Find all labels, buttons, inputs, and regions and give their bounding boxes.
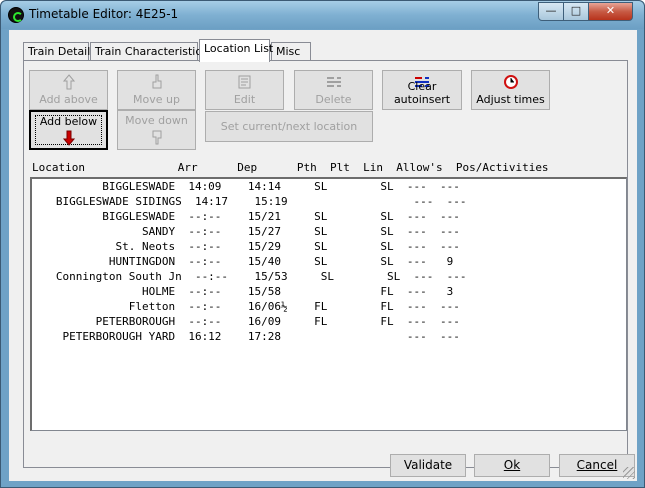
list-item[interactable]: HUNTINGDON --:-- 15/40 SL SL --- 9 [36, 254, 453, 269]
add-below-label: Add below [39, 115, 98, 128]
tab-train-characteristics[interactable]: Train Characteristics [90, 42, 207, 61]
maximize-button[interactable]: □ [563, 2, 589, 21]
add-below-button[interactable]: Add below [29, 110, 108, 150]
resize-grip[interactable] [623, 467, 635, 479]
clock-icon [472, 74, 549, 94]
move-up-label: Move up [133, 93, 180, 106]
adjust-times-button[interactable]: Adjust times [471, 70, 550, 110]
validate-button[interactable]: Validate [390, 454, 466, 477]
delete-row-icon [295, 74, 372, 94]
tab-misc[interactable]: Misc [271, 42, 311, 61]
move-down-label: Move down [125, 114, 188, 127]
arrow-up-outline-icon [30, 74, 107, 94]
list-item[interactable]: BIGGLESWADE SIDINGS 14:17 15:19 --- --- [36, 194, 467, 209]
location-list-header: Location Arr Dep Pth Plt Lin Allow's Pos… [32, 161, 549, 174]
list-item[interactable]: BIGGLESWADE --:-- 15/21 SL SL --- --- [36, 209, 460, 224]
tab-location-list[interactable]: Location List [199, 39, 273, 62]
clear-autoinsert-button[interactable]: Clear autoinsert [382, 70, 462, 110]
list-item[interactable]: PETERBOROUGH --:-- 16/09 FL FL --- --- [36, 314, 460, 329]
window-title: Timetable Editor: 4E25-1 [29, 7, 179, 21]
close-button[interactable]: ✕ [588, 2, 633, 21]
list-item[interactable]: SANDY --:-- 15/27 SL SL --- --- [36, 224, 460, 239]
hand-up-icon [118, 74, 195, 94]
arrow-down-red-icon [31, 130, 106, 150]
edit-button[interactable]: Edit [205, 70, 284, 110]
delete-button[interactable]: Delete [294, 70, 373, 110]
app-icon [8, 7, 24, 23]
list-item[interactable]: PETERBOROUGH YARD 16:12 17:28 --- --- [36, 329, 459, 344]
move-down-button[interactable]: Move down [117, 110, 196, 150]
timetable-editor-window: Timetable Editor: 4E25-1 — □ ✕ Train Det… [0, 0, 645, 488]
clear-autoinsert-label: Clear autoinsert [393, 80, 451, 106]
dialog-client-area: Train Details Train Characteristics Loca… [9, 30, 637, 481]
set-current-next-location-button[interactable]: Set current/next location [205, 111, 373, 142]
title-bar[interactable]: Timetable Editor: 4E25-1 — □ ✕ [1, 1, 644, 29]
add-above-button[interactable]: Add above [29, 70, 108, 110]
add-above-label: Add above [39, 93, 98, 106]
ok-button[interactable]: Ok [474, 454, 550, 477]
minimize-button[interactable]: — [538, 2, 564, 21]
list-item[interactable]: Connington South Jn --:-- 15/53 SL SL --… [36, 269, 467, 284]
hand-down-icon [118, 129, 195, 149]
list-item[interactable]: BIGGLESWADE 14:09 14:14 SL SL --- --- [36, 179, 460, 194]
move-up-button[interactable]: Move up [117, 70, 196, 110]
adjust-times-label: Adjust times [476, 93, 545, 106]
edit-label: Edit [233, 93, 256, 106]
delete-label: Delete [315, 93, 352, 106]
list-item[interactable]: St. Neots --:-- 15/29 SL SL --- --- [36, 239, 459, 254]
list-item[interactable]: Fletton --:-- 16/06½ FL FL --- --- [36, 299, 460, 314]
tab-train-details[interactable]: Train Details [23, 42, 96, 61]
edit-document-icon [206, 74, 283, 94]
list-item[interactable]: HOLME --:-- 15/58 FL --- 3 [36, 284, 453, 299]
